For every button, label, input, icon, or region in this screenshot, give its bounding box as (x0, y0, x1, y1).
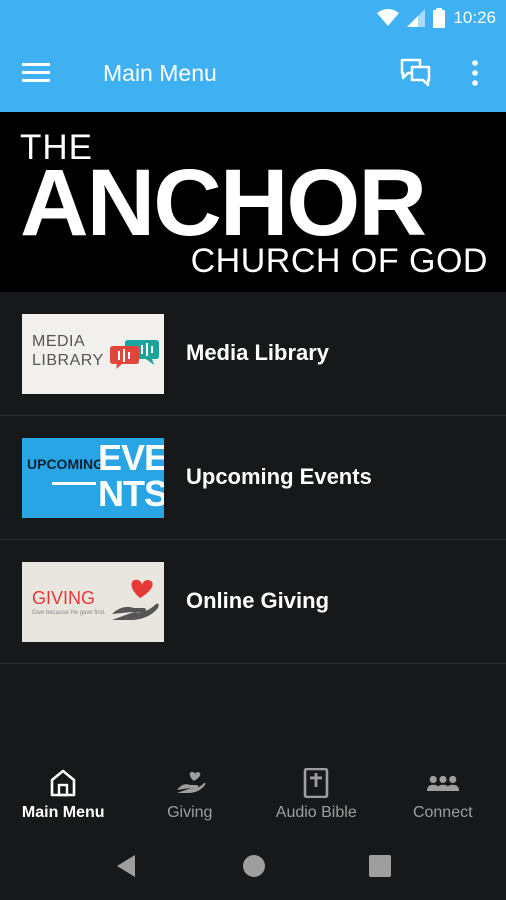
home-button[interactable] (243, 855, 265, 877)
online-giving-thumbnail: GIVING Give because He gave first. (22, 562, 164, 642)
nav-main-menu-label: Main Menu (21, 804, 105, 821)
wifi-icon (377, 9, 400, 26)
upcoming-events-thumbnail: UPCOMING EVE NTS (22, 438, 164, 518)
app-bar: Main Menu (0, 36, 506, 112)
list-item-media-library[interactable]: MEDIA LIBRARY Media Library (0, 292, 506, 416)
system-navigation-bar (0, 836, 506, 900)
bible-icon (303, 768, 329, 798)
heart-hand-icon (112, 579, 159, 620)
church-banner: THE ANCHOR CHURCH OF GOD (0, 112, 506, 292)
giving-hand-icon (176, 771, 206, 793)
thumb-giving-title: GIVING (32, 588, 96, 608)
thumb-events-rule (52, 482, 96, 485)
bottom-navigation: Main Menu Giving Audio Bible Connect (0, 756, 506, 836)
thumb-giving-tagline: Give because He gave first. (32, 610, 106, 616)
status-time: 10:26 (453, 8, 496, 27)
thumb-events-eve: EVE (98, 438, 164, 478)
recent-apps-button[interactable] (369, 855, 391, 877)
chat-icon (400, 58, 431, 87)
thumb-events-upcoming: UPCOMING (27, 456, 104, 472)
nav-connect-label: Connect (412, 804, 473, 821)
more-options-button[interactable] (463, 58, 487, 90)
page-title: Main Menu (103, 60, 217, 86)
nav-audio-bible-label: Audio Bible (275, 804, 357, 821)
banner-anchor: ANCHOR (20, 150, 427, 256)
thumb-media-line1: MEDIA (32, 333, 86, 350)
nav-audio-bible[interactable]: Audio Bible (253, 756, 380, 836)
list-item-online-giving[interactable]: GIVING Give because He gave first. Onlin… (0, 540, 506, 664)
people-icon (426, 775, 459, 791)
status-bar: 10:26 (0, 0, 506, 36)
nav-main-menu[interactable]: Main Menu (0, 756, 127, 836)
banner-church-of-god: CHURCH OF GOD (190, 242, 488, 280)
menu-list: MEDIA LIBRARY Media Library UPCOMING EVE… (0, 292, 506, 664)
nav-giving-label: Giving (167, 804, 213, 821)
menu-button[interactable] (22, 62, 58, 88)
thumb-events-nts: NTS (98, 473, 164, 514)
thumb-media-line2: LIBRARY (32, 352, 104, 369)
speech-bubbles-icon (110, 340, 159, 369)
cell-signal-icon (407, 9, 426, 27)
upcoming-events-label: Upcoming Events (186, 464, 372, 489)
online-giving-label: Online Giving (186, 588, 330, 613)
nav-connect[interactable]: Connect (380, 756, 506, 836)
menu-icon (22, 63, 50, 82)
media-library-label: Media Library (186, 340, 330, 365)
more-vertical-icon (472, 60, 478, 86)
list-item-upcoming-events[interactable]: UPCOMING EVE NTS Upcoming Events (0, 416, 506, 540)
home-icon (50, 769, 76, 797)
nav-giving[interactable]: Giving (127, 756, 254, 836)
chat-button[interactable] (400, 58, 434, 90)
media-library-thumbnail: MEDIA LIBRARY (22, 314, 164, 394)
battery-icon (433, 8, 446, 28)
back-icon[interactable] (115, 854, 137, 878)
